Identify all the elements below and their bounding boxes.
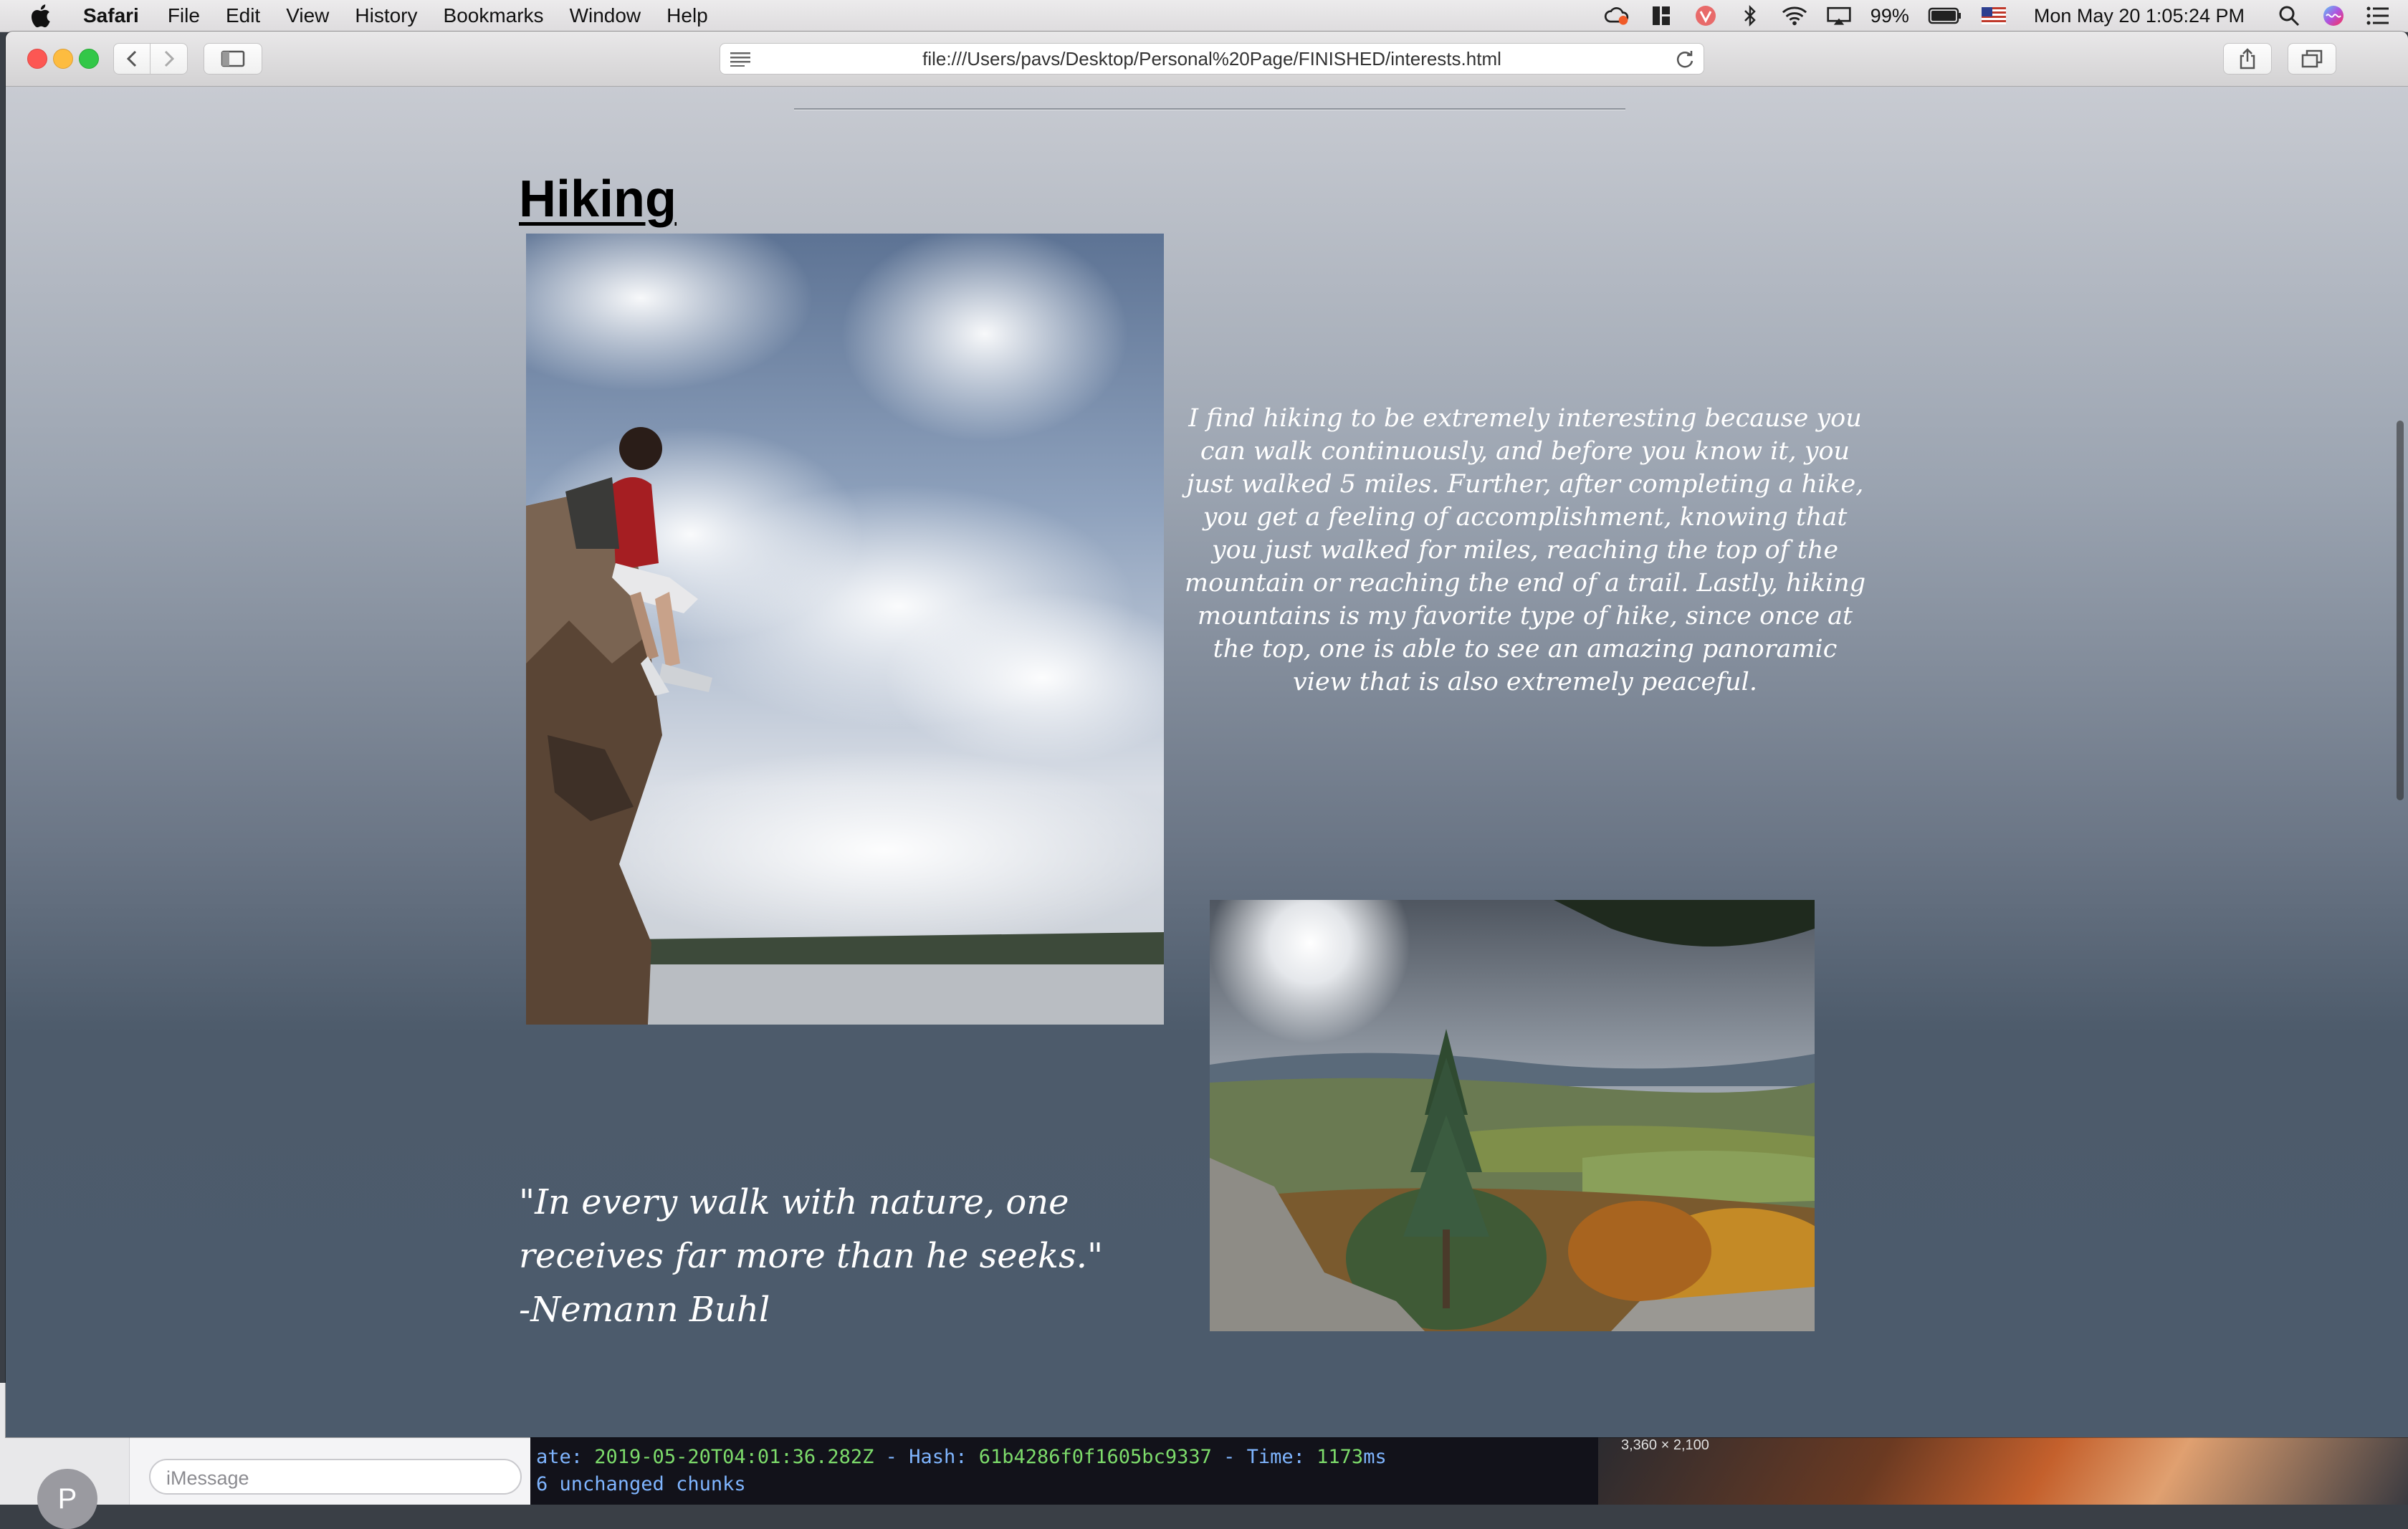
minimize-window-button[interactable] xyxy=(53,49,73,69)
battery-percent: 99% xyxy=(1870,4,1909,27)
photo-dimensions: 3,360 × 2,100 xyxy=(1621,1437,1709,1453)
close-window-button[interactable] xyxy=(27,49,47,69)
battery-icon[interactable] xyxy=(1928,5,1962,27)
address-bar[interactable]: file:///Users/pavs/Desktop/Personal%20Pa… xyxy=(720,43,1704,75)
terminal-prefix: ate: xyxy=(536,1446,595,1468)
contact-avatar-p[interactable]: P xyxy=(37,1469,97,1529)
sidebar-icon xyxy=(221,50,245,67)
menu-edit[interactable]: Edit xyxy=(226,4,260,27)
menubar-clock[interactable]: Mon May 20 1:05:24 PM xyxy=(2034,5,2245,27)
preview-photo-window: 3,360 × 2,100 xyxy=(1598,1433,2408,1505)
vpn-icon[interactable] xyxy=(1693,5,1719,27)
spotlight-search-icon[interactable] xyxy=(2276,5,2302,27)
us-flag-icon[interactable] xyxy=(1981,5,2007,27)
tabs-icon xyxy=(2301,49,2323,68)
terminal-hash-label: - Hash: xyxy=(874,1446,979,1468)
share-button[interactable] xyxy=(2223,43,2272,75)
fullscreen-window-button[interactable] xyxy=(79,49,99,69)
terminal-window: ate: 2019-05-20T04:01:36.282Z - Hash: 61… xyxy=(530,1433,1598,1505)
share-icon xyxy=(2240,48,2255,70)
menu-app-safari[interactable]: Safari xyxy=(83,4,139,27)
terminal-build-line: ate: 2019-05-20T04:01:36.282Z - Hash: 61… xyxy=(536,1446,1387,1468)
sidebar-toggle-button[interactable] xyxy=(204,43,262,75)
imessage-input[interactable]: iMessage xyxy=(149,1459,522,1495)
tab-overview-button[interactable] xyxy=(2288,43,2336,75)
terminal-hash: 61b4286f0f1605bc9337 xyxy=(978,1446,1212,1468)
hiking-heading: Hiking xyxy=(519,171,677,228)
terminal-date: 2019-05-20T04:01:36.282Z xyxy=(594,1446,874,1468)
safari-toolbar: file:///Users/pavs/Desktop/Personal%20Pa… xyxy=(6,32,2408,87)
terminal-time-label: - Time: xyxy=(1211,1446,1317,1468)
chevron-right-icon xyxy=(164,50,174,67)
airplay-icon[interactable] xyxy=(1826,5,1852,27)
siri-icon[interactable] xyxy=(2321,5,2346,27)
bluetooth-icon[interactable] xyxy=(1737,4,1763,27)
menu-file[interactable]: File xyxy=(168,4,200,27)
terminal-time: 1173 xyxy=(1317,1446,1364,1468)
back-button[interactable] xyxy=(113,43,150,75)
hiker-on-cliff-photo xyxy=(526,234,1164,1025)
dashboard-icon[interactable] xyxy=(1648,5,1674,27)
menu-view[interactable]: View xyxy=(286,4,329,27)
safari-window: file:///Users/pavs/Desktop/Personal%20Pa… xyxy=(6,32,2408,1437)
chevron-left-icon xyxy=(126,50,137,67)
menu-bookmarks[interactable]: Bookmarks xyxy=(444,4,544,27)
horizontal-rule xyxy=(794,108,1625,110)
menu-window[interactable]: Window xyxy=(570,4,641,27)
page-scrollbar[interactable] xyxy=(2397,421,2404,800)
hiking-paragraph: I find hiking to be extremely interestin… xyxy=(1184,404,1866,696)
quote-author: -Nemann Buhl xyxy=(519,1290,770,1330)
mountain-valley-photo xyxy=(1210,900,1815,1331)
wifi-icon[interactable] xyxy=(1782,5,1807,27)
menu-history[interactable]: History xyxy=(355,4,417,27)
terminal-chunks-line: 6 unchanged chunks xyxy=(536,1473,746,1495)
forward-button[interactable] xyxy=(150,43,188,75)
menu-bar: Safari File Edit View History Bookmarks … xyxy=(0,0,2408,32)
creative-cloud-icon[interactable] xyxy=(1604,5,1630,27)
quote-block: "In every walk with nature, one receives… xyxy=(519,1176,1193,1337)
url-text[interactable]: file:///Users/pavs/Desktop/Personal%20Pa… xyxy=(720,44,1704,74)
menu-help[interactable]: Help xyxy=(666,4,708,27)
terminal-time-unit: ms xyxy=(1363,1446,1387,1468)
reload-icon[interactable] xyxy=(1675,49,1695,73)
quote-text: "In every walk with nature, one receives… xyxy=(519,1182,1104,1276)
apple-icon[interactable] xyxy=(26,3,54,29)
notification-center-icon[interactable] xyxy=(2365,5,2391,27)
web-page: Hiking I find hiking to be extremely int… xyxy=(6,87,2408,1437)
